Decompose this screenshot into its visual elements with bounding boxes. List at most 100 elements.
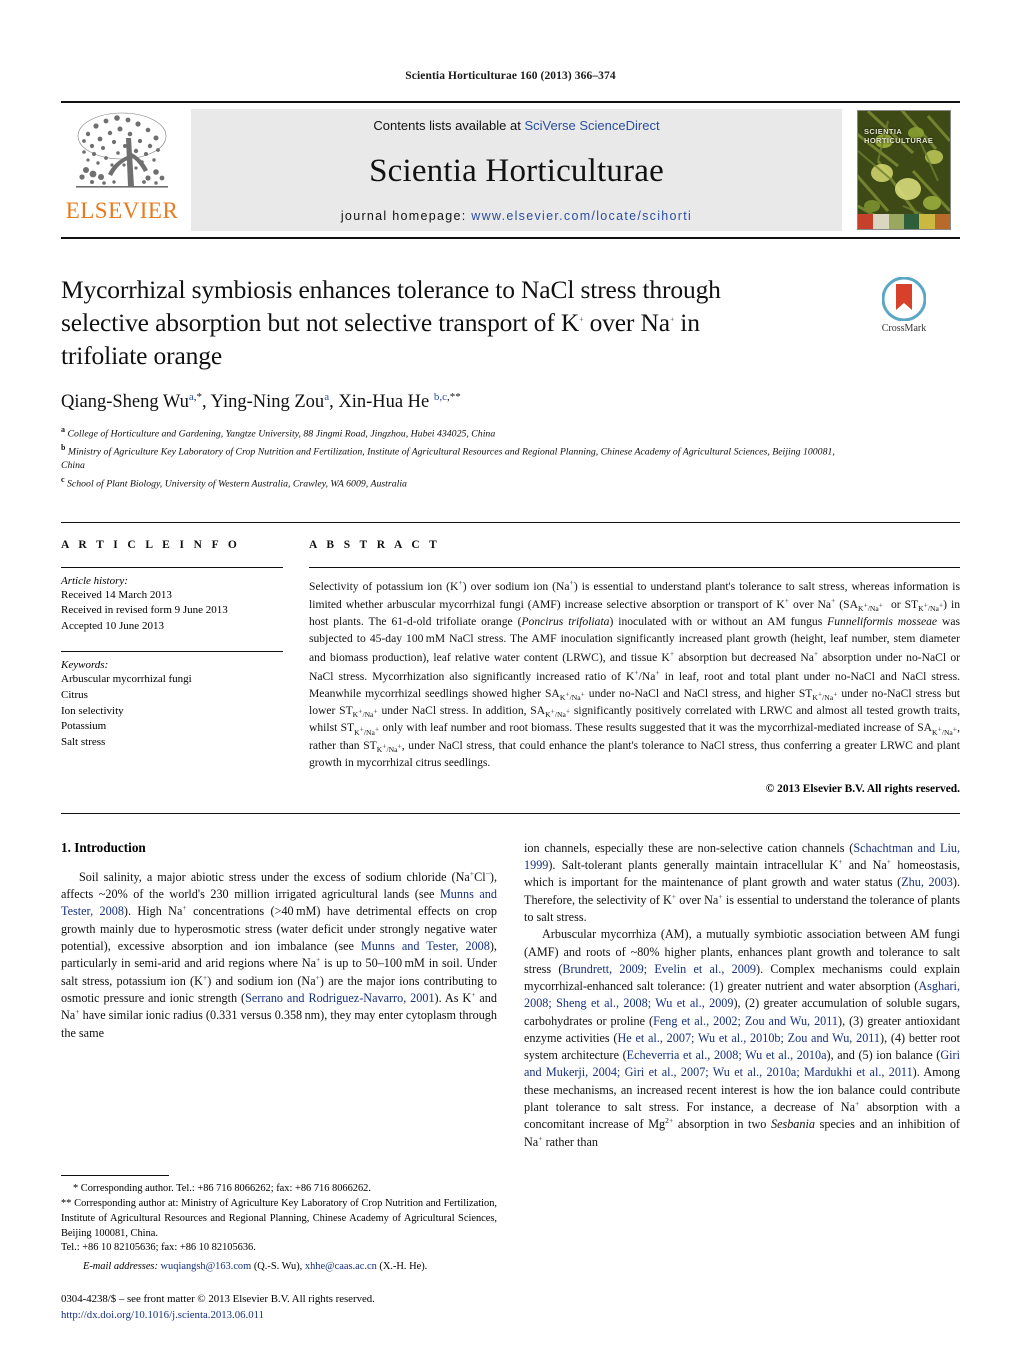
keyword-item: Salt stress xyxy=(61,736,106,749)
issn-front-matter: 0304-4238/$ – see front matter © 2013 El… xyxy=(61,1292,375,1305)
footnote-telephone: Tel.: +86 10 82105636; fax: +86 10 82105… xyxy=(61,1242,256,1254)
email-owner-2: (X.-H. He). xyxy=(379,1261,428,1273)
title-area: Mycorrhizal symbiosis enhances tolerance… xyxy=(61,273,960,492)
citation-link[interactable]: He et al., 2007; Wu et al., 2010b; Zou a… xyxy=(617,1031,880,1045)
author-name-1: Qiang-Sheng Wu xyxy=(61,392,189,413)
elsevier-logo: ELSEVIER xyxy=(61,103,183,237)
intro-paragraph-2: Arbuscular mycorrhiza (AM), a mutually s… xyxy=(524,927,961,1149)
crossmark-badge[interactable]: CrossMark xyxy=(848,273,960,334)
elsevier-tree-icon xyxy=(76,112,168,188)
paper-page: Scientia Horticulturae 160 (2013) 366–37… xyxy=(0,0,1021,1351)
affiliation-a: a College of Horticulture and Gardening,… xyxy=(61,424,838,442)
abstract-column: A B S T R A C T Selectivity of potassium… xyxy=(309,539,960,795)
cover-title-line1: SCIENTIA xyxy=(864,127,903,136)
author-affil-3[interactable]: b,c xyxy=(434,391,447,403)
homepage-prefix: journal homepage: xyxy=(340,209,472,223)
keywords-label: Keywords: xyxy=(61,658,109,671)
citation-link[interactable]: Serrano and Rodriguez-Navarro, 2001 xyxy=(245,991,434,1005)
contents-list-line: Contents lists available at SciVerse Sci… xyxy=(373,118,659,133)
keyword-item: Arbuscular mycorrhizal fungi xyxy=(61,672,192,685)
affiliation-text-c: School of Plant Biology, University of W… xyxy=(67,478,407,490)
intro-paragraph-1-cont: ion channels, especially these are non-s… xyxy=(524,840,961,925)
affiliation-c: c School of Plant Biology, University of… xyxy=(61,474,838,492)
title-line-1: Mycorrhizal symbiosis enhances tolerance… xyxy=(61,275,721,304)
abstract-text: Selectivity of potassium ion (K+) over s… xyxy=(309,577,961,770)
citation-link[interactable]: Echeverria et al., 2008; Wu et al., 2010… xyxy=(627,1048,827,1062)
affiliation-b: b Ministry of Agriculture Key Laboratory… xyxy=(61,442,838,474)
footnote-corresponding-author-at: ** Corresponding author at: Ministry of … xyxy=(61,1198,497,1239)
affiliation-marker-a: a xyxy=(61,424,65,434)
elsevier-wordmark: ELSEVIER xyxy=(65,198,179,223)
article-history-label: Article history: xyxy=(61,574,128,587)
email-owner-1: (Q.-S. Wu), xyxy=(253,1261,303,1273)
email-link-2[interactable]: xhhe@caas.ac.cn xyxy=(305,1261,377,1272)
citation-link[interactable]: Feng et al., 2002; Zou and Wu, 2011 xyxy=(653,1014,838,1028)
running-head: Scientia Horticulturae 160 (2013) 366–37… xyxy=(405,70,616,82)
homepage-url-link[interactable]: www.elsevier.com/locate/scihorti xyxy=(471,209,692,223)
author-name-3: Xin-Hua He xyxy=(338,392,430,413)
page-title: Mycorrhizal symbiosis enhances tolerance… xyxy=(61,273,838,372)
keyword-item: Potassium xyxy=(61,720,107,733)
keywords-group: Keywords: Arbuscular mycorrhizal fungi C… xyxy=(61,652,283,751)
citation-link[interactable]: Asghari, 2008; Sheng et al., 2008; Wu et… xyxy=(524,979,960,1010)
crossmark-label: CrossMark xyxy=(881,323,927,334)
title-line-2c: over Na xyxy=(583,308,671,338)
footnote-email-addresses: E-mail addresses: wuqiangsh@163.com (Q.-… xyxy=(61,1260,497,1275)
author-affil-2[interactable]: a xyxy=(324,391,329,403)
journal-cover-block: SCIENTIA HORTICULTURAE xyxy=(848,103,960,237)
article-info-column: A R T I C L E I N F O Article history: R… xyxy=(61,539,309,795)
citation-link[interactable]: Brundrett, 2009; Evelin et al., 2009 xyxy=(562,962,756,976)
citation-link[interactable]: Munns and Tester, 2008 xyxy=(61,887,497,918)
history-received: Received 14 March 2013 xyxy=(61,588,172,601)
author-list: Qiang-Sheng Wua,*, Ying-Ning Zoua, Xin-H… xyxy=(61,391,461,413)
doi-link[interactable]: http://dx.doi.org/10.1016/j.scienta.2013… xyxy=(61,1307,521,1323)
section-heading-introduction: 1. Introduction xyxy=(61,839,146,855)
sciencedirect-link[interactable]: SciVerse ScienceDirect xyxy=(524,118,659,133)
abstract-heading: A B S T R A C T xyxy=(309,538,441,551)
article-history-group: Article history: Received 14 March 2013 … xyxy=(61,568,283,635)
footnote-rule xyxy=(61,1175,169,1177)
email-label: E-mail addresses: xyxy=(83,1261,158,1273)
citation-link[interactable]: Zhu, 2003 xyxy=(901,875,953,889)
body-column-left: 1. Introduction Soil salinity, a major a… xyxy=(61,840,497,1151)
history-revised: Received in revised form 9 June 2013 xyxy=(61,604,228,617)
footnote-corresponding-author: * Corresponding author. Tel.: +86 716 80… xyxy=(73,1183,371,1195)
journal-homepage-line: journal homepage: www.elsevier.com/locat… xyxy=(341,209,692,223)
affiliation-list: a College of Horticulture and Gardening,… xyxy=(61,424,838,492)
citation-link[interactable]: Schachtman and Liu, 1999 xyxy=(524,841,960,872)
cover-title-line2: HORTICULTURAE xyxy=(864,136,934,146)
email-link-1[interactable]: wuqiangsh@163.com xyxy=(161,1261,252,1272)
affiliation-text-a: College of Horticulture and Gardening, Y… xyxy=(67,428,496,440)
article-info-heading: A R T I C L E I N F O xyxy=(61,538,241,551)
contents-prefix: Contents lists available at xyxy=(373,118,525,133)
cover-color-bar xyxy=(858,214,950,229)
keyword-item: Ion selectivity xyxy=(61,704,124,717)
masthead-center: Contents lists available at SciVerse Sci… xyxy=(191,109,842,231)
footnote-block: * Corresponding author. Tel.: +86 716 80… xyxy=(61,1175,497,1275)
affiliation-marker-b: b xyxy=(61,442,66,452)
keyword-item: Citrus xyxy=(61,688,88,701)
journal-masthead: ELSEVIER Contents lists available at Sci… xyxy=(61,101,960,239)
body-columns: 1. Introduction Soil salinity, a major a… xyxy=(61,840,960,1151)
title-line-3: trifoliate orange xyxy=(61,341,222,371)
author-mark-1[interactable]: ,* xyxy=(194,391,202,403)
cover-title: SCIENTIA HORTICULTURAE xyxy=(864,127,933,146)
intro-paragraph-1: Soil salinity, a major abiotic stress un… xyxy=(61,868,498,1040)
body-column-right: ion channels, especially these are non-s… xyxy=(524,840,960,1151)
info-abstract-block: A R T I C L E I N F O Article history: R… xyxy=(61,521,960,814)
title-line-2e: in xyxy=(674,308,700,338)
history-accepted: Accepted 10 June 2013 xyxy=(61,620,164,633)
crossmark-icon[interactable] xyxy=(882,277,926,321)
affiliation-marker-c: c xyxy=(61,474,65,484)
author-name-2: Ying-Ning Zou xyxy=(210,392,325,413)
imprint-block: 0304-4238/$ – see front matter © 2013 El… xyxy=(61,1291,521,1323)
author-mark-3[interactable]: ,** xyxy=(447,391,461,403)
title-column: Mycorrhizal symbiosis enhances tolerance… xyxy=(61,273,848,492)
abstract-copyright: © 2013 Elsevier B.V. All rights reserved… xyxy=(765,782,960,795)
journal-cover-image: SCIENTIA HORTICULTURAE xyxy=(857,110,951,230)
journal-title: Scientia Horticulturae xyxy=(369,152,664,189)
title-line-2a: selective absorption but not selective t… xyxy=(61,308,580,338)
affiliation-text-b: Ministry of Agriculture Key Laboratory o… xyxy=(61,445,835,472)
citation-link[interactable]: Munns and Tester, 2008 xyxy=(361,939,490,953)
